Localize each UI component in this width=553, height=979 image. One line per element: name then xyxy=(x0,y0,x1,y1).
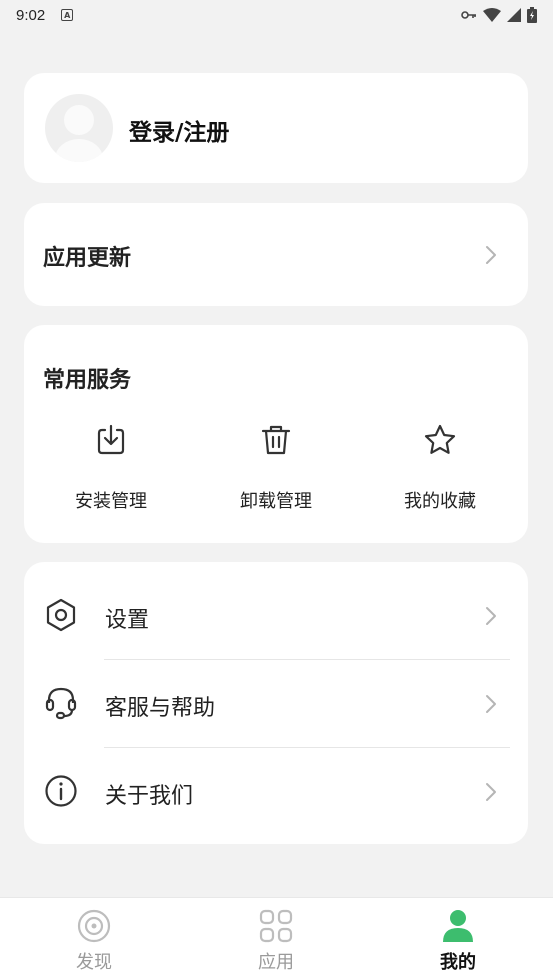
uninstall-manage-button[interactable]: 卸载管理 xyxy=(216,423,336,513)
customer-service-row[interactable]: 客服与帮助 xyxy=(24,650,528,738)
a-icon: A xyxy=(61,9,74,21)
star-icon xyxy=(424,424,456,454)
user-icon xyxy=(443,910,473,942)
my-favorites-label: 我的收藏 xyxy=(404,491,476,512)
chevron-right-icon xyxy=(486,607,496,625)
battery-icon xyxy=(527,7,537,23)
chevron-right-icon xyxy=(486,695,496,713)
chevron-right-icon xyxy=(486,783,496,801)
headset-icon xyxy=(45,687,77,720)
profile-card[interactable]: 登录/注册 xyxy=(24,73,528,183)
common-services-title: 常用服务 xyxy=(43,368,132,393)
chevron-right-icon xyxy=(486,246,496,264)
menu-card: 设置 客服与帮助 关于我们 xyxy=(24,562,528,844)
nav-label-discover: 发现 xyxy=(76,952,112,973)
wifi-icon xyxy=(483,8,501,22)
status-bar: 9:02 A xyxy=(0,0,553,30)
avatar-head xyxy=(64,105,94,135)
default-avatar-icon xyxy=(45,94,113,162)
status-icons xyxy=(461,7,537,23)
nav-label-mine: 我的 xyxy=(440,952,476,973)
install-manage-label: 安装管理 xyxy=(75,491,147,512)
info-icon xyxy=(45,775,77,807)
uninstall-manage-label: 卸载管理 xyxy=(240,491,312,512)
login-register-link[interactable]: 登录/注册 xyxy=(129,113,229,147)
avatar-body xyxy=(55,139,103,162)
screen: 9:02 A 登录/注册 应用更新 常用服务 安装管理 卸载管理 我的收藏 设置… xyxy=(0,0,553,979)
nav-tab-mine[interactable]: 我的 xyxy=(408,908,508,974)
common-services-card: 常用服务 安装管理 卸载管理 我的收藏 xyxy=(24,325,528,543)
trash-icon xyxy=(261,425,291,455)
apps-grid-icon xyxy=(259,909,293,943)
app-update-row[interactable]: 应用更新 xyxy=(24,203,528,306)
discover-icon xyxy=(77,909,111,943)
install-icon xyxy=(97,424,125,455)
about-us-label: 关于我们 xyxy=(105,784,194,809)
my-favorites-button[interactable]: 我的收藏 xyxy=(380,423,500,513)
status-time: 9:02 xyxy=(16,6,46,24)
customer-service-label: 客服与帮助 xyxy=(105,696,216,721)
settings-hexagon-icon xyxy=(46,598,76,632)
nav-label-apps: 应用 xyxy=(258,952,294,973)
settings-label: 设置 xyxy=(105,608,150,633)
app-update-title: 应用更新 xyxy=(43,246,132,271)
bottom-navigation: 发现 应用 我的 xyxy=(0,897,553,979)
nav-tab-apps[interactable]: 应用 xyxy=(226,908,326,974)
install-manage-button[interactable]: 安装管理 xyxy=(51,423,171,513)
settings-row[interactable]: 设置 xyxy=(24,562,528,650)
signal-icon xyxy=(507,8,521,22)
about-us-row[interactable]: 关于我们 xyxy=(24,738,528,826)
nav-tab-discover[interactable]: 发现 xyxy=(44,908,144,974)
key-icon xyxy=(461,11,476,19)
